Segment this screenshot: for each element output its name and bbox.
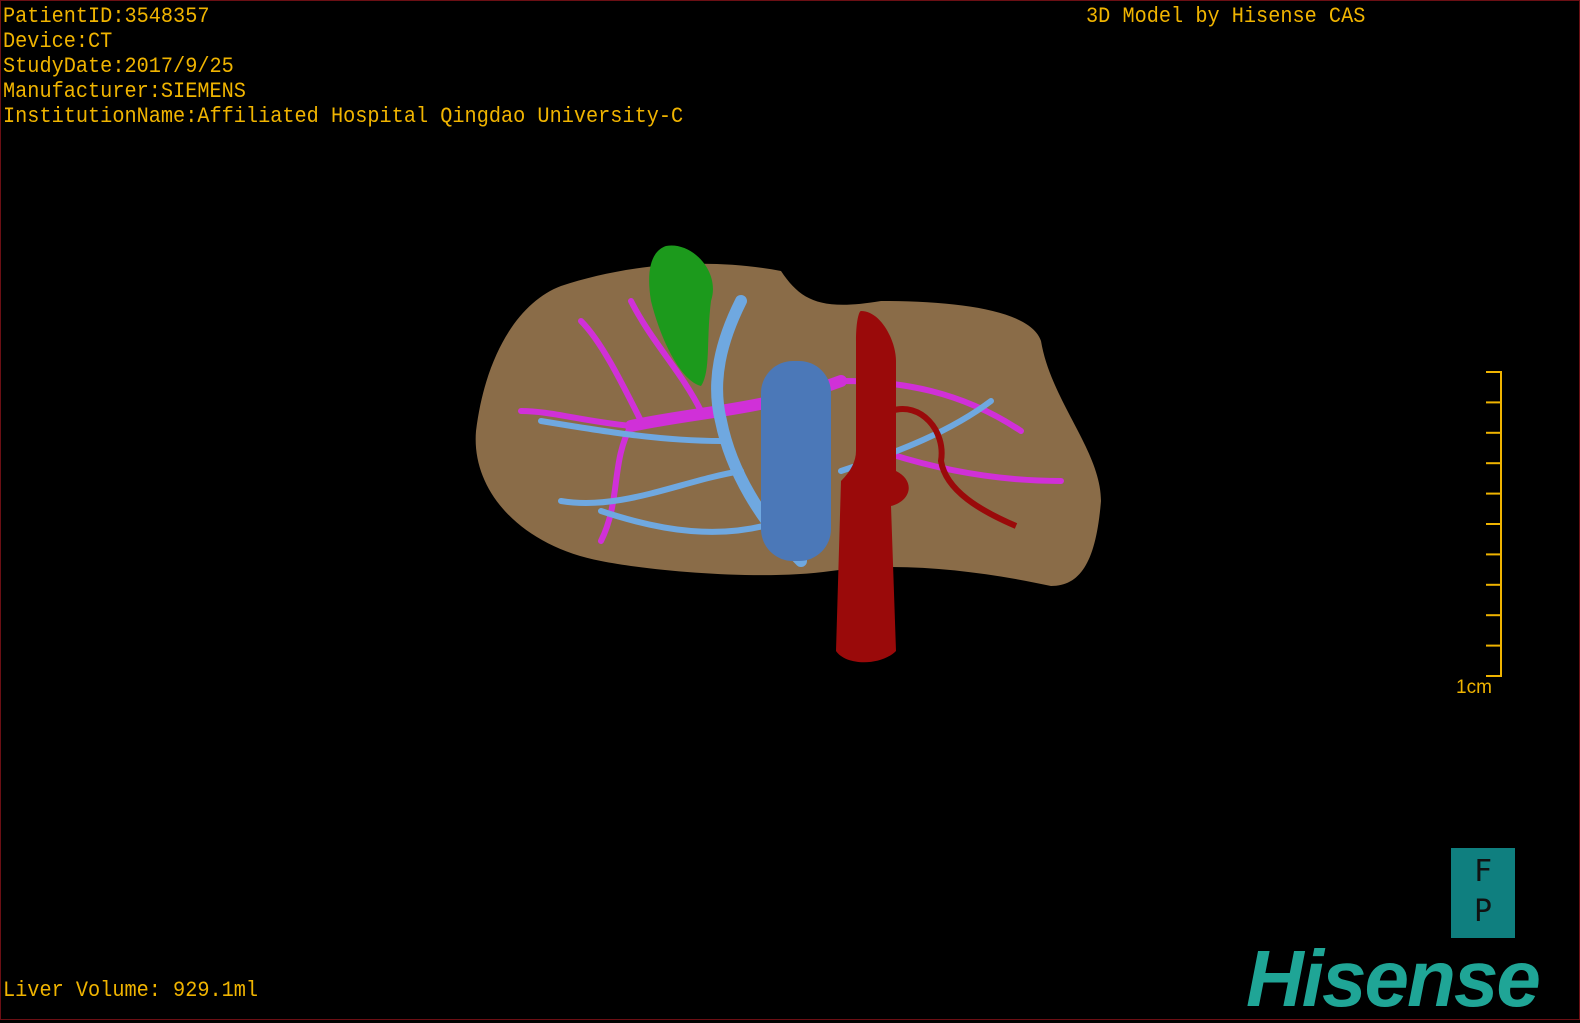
device: Device:CT bbox=[3, 29, 113, 54]
scale-label: 1cm bbox=[1456, 677, 1492, 698]
study-date: StudyDate:2017/9/25 bbox=[3, 54, 234, 79]
hisense-logo: Hisense bbox=[1246, 934, 1541, 1023]
inferior-vena-cava bbox=[761, 361, 831, 561]
orientation-indicator: FP bbox=[1451, 848, 1515, 938]
manufacturer: Manufacturer:SIEMENS bbox=[3, 79, 246, 104]
patient-id: PatientID:3548357 bbox=[3, 4, 210, 29]
institution-name: InstitutionName:Affiliated Hospital Qing… bbox=[3, 104, 684, 129]
patient-info-overlay: PatientID:3548357 Device:CT StudyDate:2017… bbox=[3, 4, 683, 129]
orientation-top: F bbox=[1473, 854, 1493, 889]
orientation-bottom: P bbox=[1473, 894, 1493, 929]
liver-volume: Liver Volume: 929.1ml bbox=[3, 978, 259, 1003]
scale-bar bbox=[1486, 371, 1502, 677]
model-title: 3D Model by Hisense CAS bbox=[1086, 4, 1366, 29]
3d-liver-model-viewport[interactable] bbox=[1, 1, 1580, 1021]
